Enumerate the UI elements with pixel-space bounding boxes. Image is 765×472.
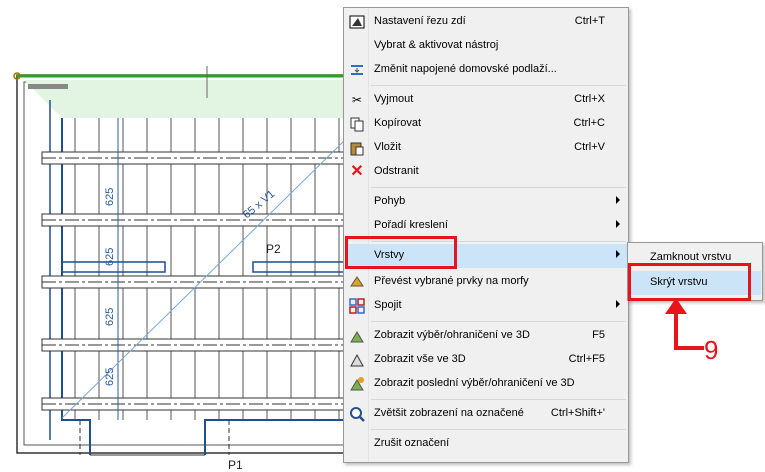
- show-last-3d-icon: [349, 376, 365, 392]
- menu-item-label: Odstranit: [374, 165, 419, 177]
- beam-label-p2: P2: [266, 242, 281, 256]
- merge-icon: [349, 298, 365, 314]
- zoom-selection-icon: [349, 406, 365, 422]
- menu-item-label: Pořadí kreslení: [374, 219, 448, 231]
- paste-icon: [349, 140, 365, 156]
- menu-item-delete[interactable]: ✕ Odstranit: [345, 160, 627, 184]
- menu-item-label: Zrušit označení: [374, 437, 450, 449]
- callout-step-number: 9: [704, 335, 719, 365]
- menu-item-paste[interactable]: Vložit Ctrl+V: [345, 136, 627, 160]
- menu-item-label: Vybrat & aktivovat nástroj: [374, 39, 499, 51]
- highlight-box-layers: [345, 236, 457, 269]
- morph-icon: [349, 274, 365, 290]
- menu-item-zoom-selection[interactable]: Zvětšit zobrazení na označené Ctrl+Shift…: [345, 402, 627, 426]
- scissors-icon: ✂: [351, 93, 363, 107]
- menu-item-change-home-story[interactable]: Změnit napojené domovské podlaží...: [345, 58, 627, 82]
- dimension-label: 625: [104, 307, 116, 326]
- menu-item-wall-cut-settings[interactable]: Nastavení řezu zdí Ctrl+T: [345, 10, 627, 34]
- menu-item-label: Změnit napojené domovské podlaží...: [374, 63, 557, 75]
- menu-item-shortcut: Ctrl+V: [574, 141, 605, 153]
- submenu-arrow-icon: [616, 220, 620, 228]
- wall-cut-icon: [349, 14, 365, 30]
- show-all-3d-icon: [349, 352, 365, 368]
- menu-item-show-selection-3d[interactable]: Zobrazit výběr/ohraničení ve 3D F5: [345, 324, 627, 348]
- menu-item-label: Zvětšit zobrazení na označené: [374, 407, 524, 419]
- menu-item-shortcut: Ctrl+T: [574, 15, 605, 27]
- menu-item-shortcut: Ctrl+C: [573, 117, 605, 129]
- menu-separator: [371, 399, 626, 400]
- menu-item-cut[interactable]: ✂ Vyjmout Ctrl+X: [345, 88, 627, 112]
- menu-item-label: Spojit: [374, 299, 402, 311]
- menu-item-shortcut: F5: [592, 329, 605, 341]
- menu-item-deselect[interactable]: Zrušit označení: [345, 432, 627, 456]
- menu-item-label: Kopírovat: [374, 117, 422, 129]
- menu-item-label: Zobrazit vše ve 3D: [374, 353, 466, 365]
- dimension-label: 625: [104, 247, 116, 266]
- story-link-icon: [349, 62, 365, 78]
- show-3d-selection-icon: [349, 328, 365, 344]
- menu-separator: [371, 85, 626, 86]
- copy-icon: [349, 116, 365, 132]
- menu-item-select-activate-tool[interactable]: Vybrat & aktivovat nástroj: [345, 34, 627, 58]
- submenu-arrow-icon: [616, 250, 620, 258]
- menu-item-label: Pohyb: [374, 195, 406, 207]
- dimension-label: 625: [104, 367, 116, 386]
- beam-label-p1: P1: [228, 458, 243, 472]
- menu-item-merge[interactable]: Spojit: [345, 294, 627, 318]
- menu-item-shortcut: Ctrl+Shift+': [550, 407, 605, 419]
- menu-separator: [371, 321, 626, 322]
- menu-item-draw-order[interactable]: Pořadí kreslení: [345, 214, 627, 238]
- menu-item-label: Vložit: [374, 141, 401, 153]
- context-menu: Nastavení řezu zdí Ctrl+T Vybrat & aktiv…: [343, 7, 629, 463]
- menu-item-label: Zobrazit výběr/ohraničení ve 3D: [374, 329, 530, 341]
- menu-item-label: Převést vybrané prvky na morfy: [374, 275, 529, 287]
- submenu-arrow-icon: [616, 196, 620, 204]
- callout-arrow-icon: [665, 298, 704, 350]
- submenu-arrow-icon: [616, 300, 620, 308]
- menu-item-copy[interactable]: Kopírovat Ctrl+C: [345, 112, 627, 136]
- delete-icon: ✕: [350, 163, 364, 180]
- menu-item-convert-to-morphs[interactable]: Převést vybrané prvky na morfy: [345, 270, 627, 294]
- submenu-item-label: Zamknout vrstvu: [650, 251, 732, 263]
- menu-item-label: Nastavení řezu zdí: [374, 15, 466, 27]
- menu-item-label: Zobrazit poslední výběr/ohraničení ve 3D: [374, 377, 575, 389]
- dimension-label: 625: [104, 187, 116, 206]
- menu-item-show-last-3d[interactable]: Zobrazit poslední výběr/ohraničení ve 3D: [345, 372, 627, 396]
- menu-item-move[interactable]: Pohyb: [345, 190, 627, 214]
- menu-separator: [371, 429, 626, 430]
- menu-item-shortcut: Ctrl+F5: [568, 353, 605, 365]
- menu-item-show-all-3d[interactable]: Zobrazit vše ve 3D Ctrl+F5: [345, 348, 627, 372]
- menu-item-label: Vyjmout: [374, 93, 414, 105]
- menu-item-shortcut: Ctrl+X: [574, 93, 605, 105]
- menu-separator: [371, 187, 626, 188]
